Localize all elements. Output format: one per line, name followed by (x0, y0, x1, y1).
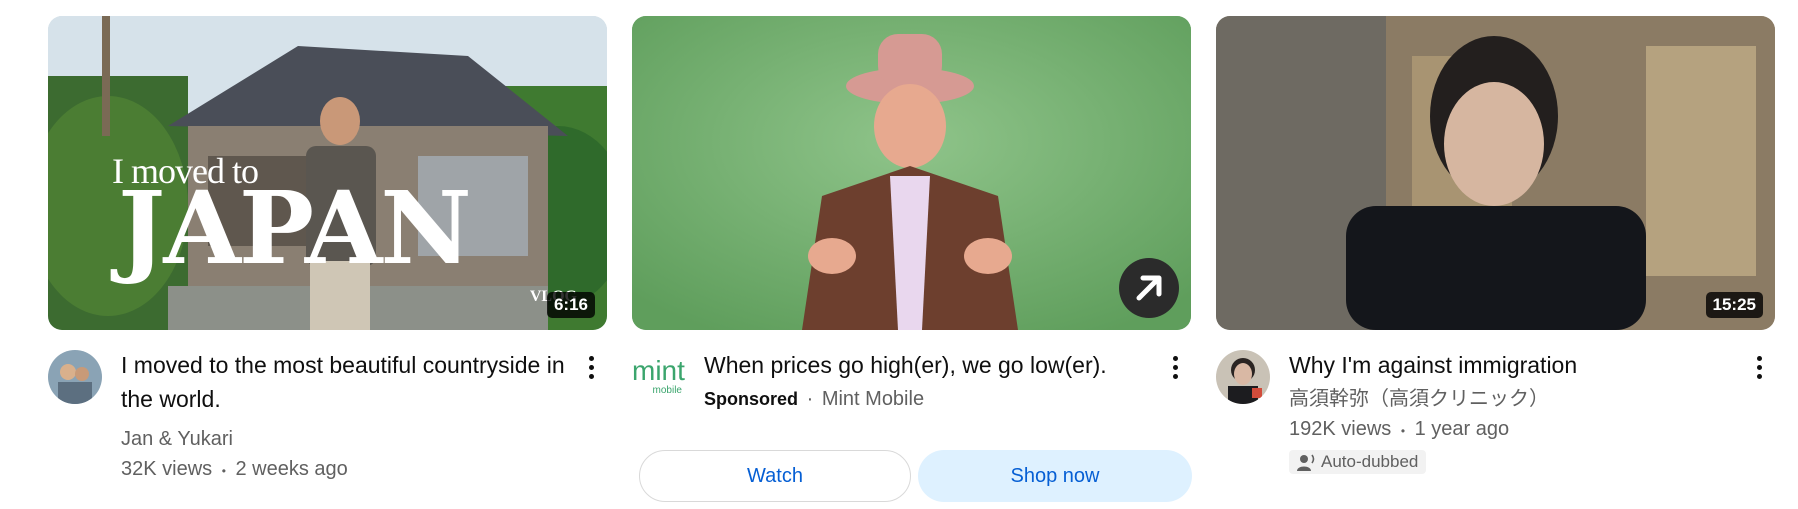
channel-name[interactable]: Jan & Yukari (121, 424, 567, 454)
ad-card[interactable]: mint mobile When prices go high(er), we … (632, 16, 1192, 502)
watch-button[interactable]: Watch (639, 450, 911, 502)
more-vert-icon[interactable] (579, 356, 603, 384)
video-stats: 192K views • 1 year ago (1289, 414, 1735, 446)
view-count: 192K views (1289, 418, 1392, 440)
upload-age: 1 year ago (1414, 418, 1510, 440)
duration-badge: 15:25 (1705, 292, 1763, 318)
badge-label: Auto-dubbed (1321, 452, 1419, 471)
external-link-arrow-icon[interactable] (1119, 258, 1179, 318)
video-title[interactable]: I moved to the most beautiful countrysid… (121, 348, 567, 416)
channel-name[interactable]: 高須幹弥（高須クリニック） (1289, 384, 1735, 414)
video-card-3[interactable]: 15:25 Why I'm against immigration 高須幹弥（高… (1216, 16, 1775, 498)
avatar-image (48, 350, 102, 404)
upload-age: 2 weeks ago (235, 458, 348, 480)
ad-meta: Sponsored · Mint Mobile (704, 384, 1151, 414)
video-stats: 32K views • 2 weeks ago (121, 454, 567, 486)
advertiser-name[interactable]: Mint Mobile (822, 388, 924, 410)
video-thumbnail[interactable]: 15:25 (1216, 16, 1775, 330)
logo-subtext: mobile (652, 385, 682, 396)
avatar-image (1216, 350, 1270, 404)
ad-thumbnail[interactable] (632, 16, 1191, 330)
channel-avatar[interactable] (1216, 350, 1270, 404)
ad-title[interactable]: When prices go high(er), we go low(er). (704, 348, 1151, 382)
auto-dubbed-badge: Auto-dubbed (1289, 450, 1427, 474)
presenter-room-image (1216, 16, 1775, 330)
shop-now-button[interactable]: Shop now (918, 450, 1192, 502)
ad-presenter-image (632, 16, 1191, 330)
channel-avatar[interactable] (48, 350, 102, 404)
separator-dot: • (1400, 424, 1406, 438)
video-thumbnail[interactable]: I moved to JAPAN VLOG 6:16 (48, 16, 607, 330)
thumbnail-title-big: JAPAN (118, 169, 472, 287)
video-card-1[interactable]: I moved to JAPAN VLOG 6:16 I moved to th… (48, 16, 607, 498)
video-title[interactable]: Why I'm against immigration (1289, 348, 1735, 382)
more-vert-icon[interactable] (1747, 356, 1771, 384)
logo-text: mint (632, 355, 685, 386)
view-count: 32K views (121, 458, 213, 480)
dot-separator: · (806, 388, 814, 410)
person-voice-icon (1297, 454, 1315, 471)
more-vert-icon[interactable] (1163, 356, 1187, 384)
advertiser-logo[interactable]: mint mobile (632, 348, 688, 404)
duration-badge: 6:16 (546, 292, 595, 318)
sponsored-label: Sponsored (704, 389, 799, 409)
separator-dot: • (221, 464, 226, 478)
